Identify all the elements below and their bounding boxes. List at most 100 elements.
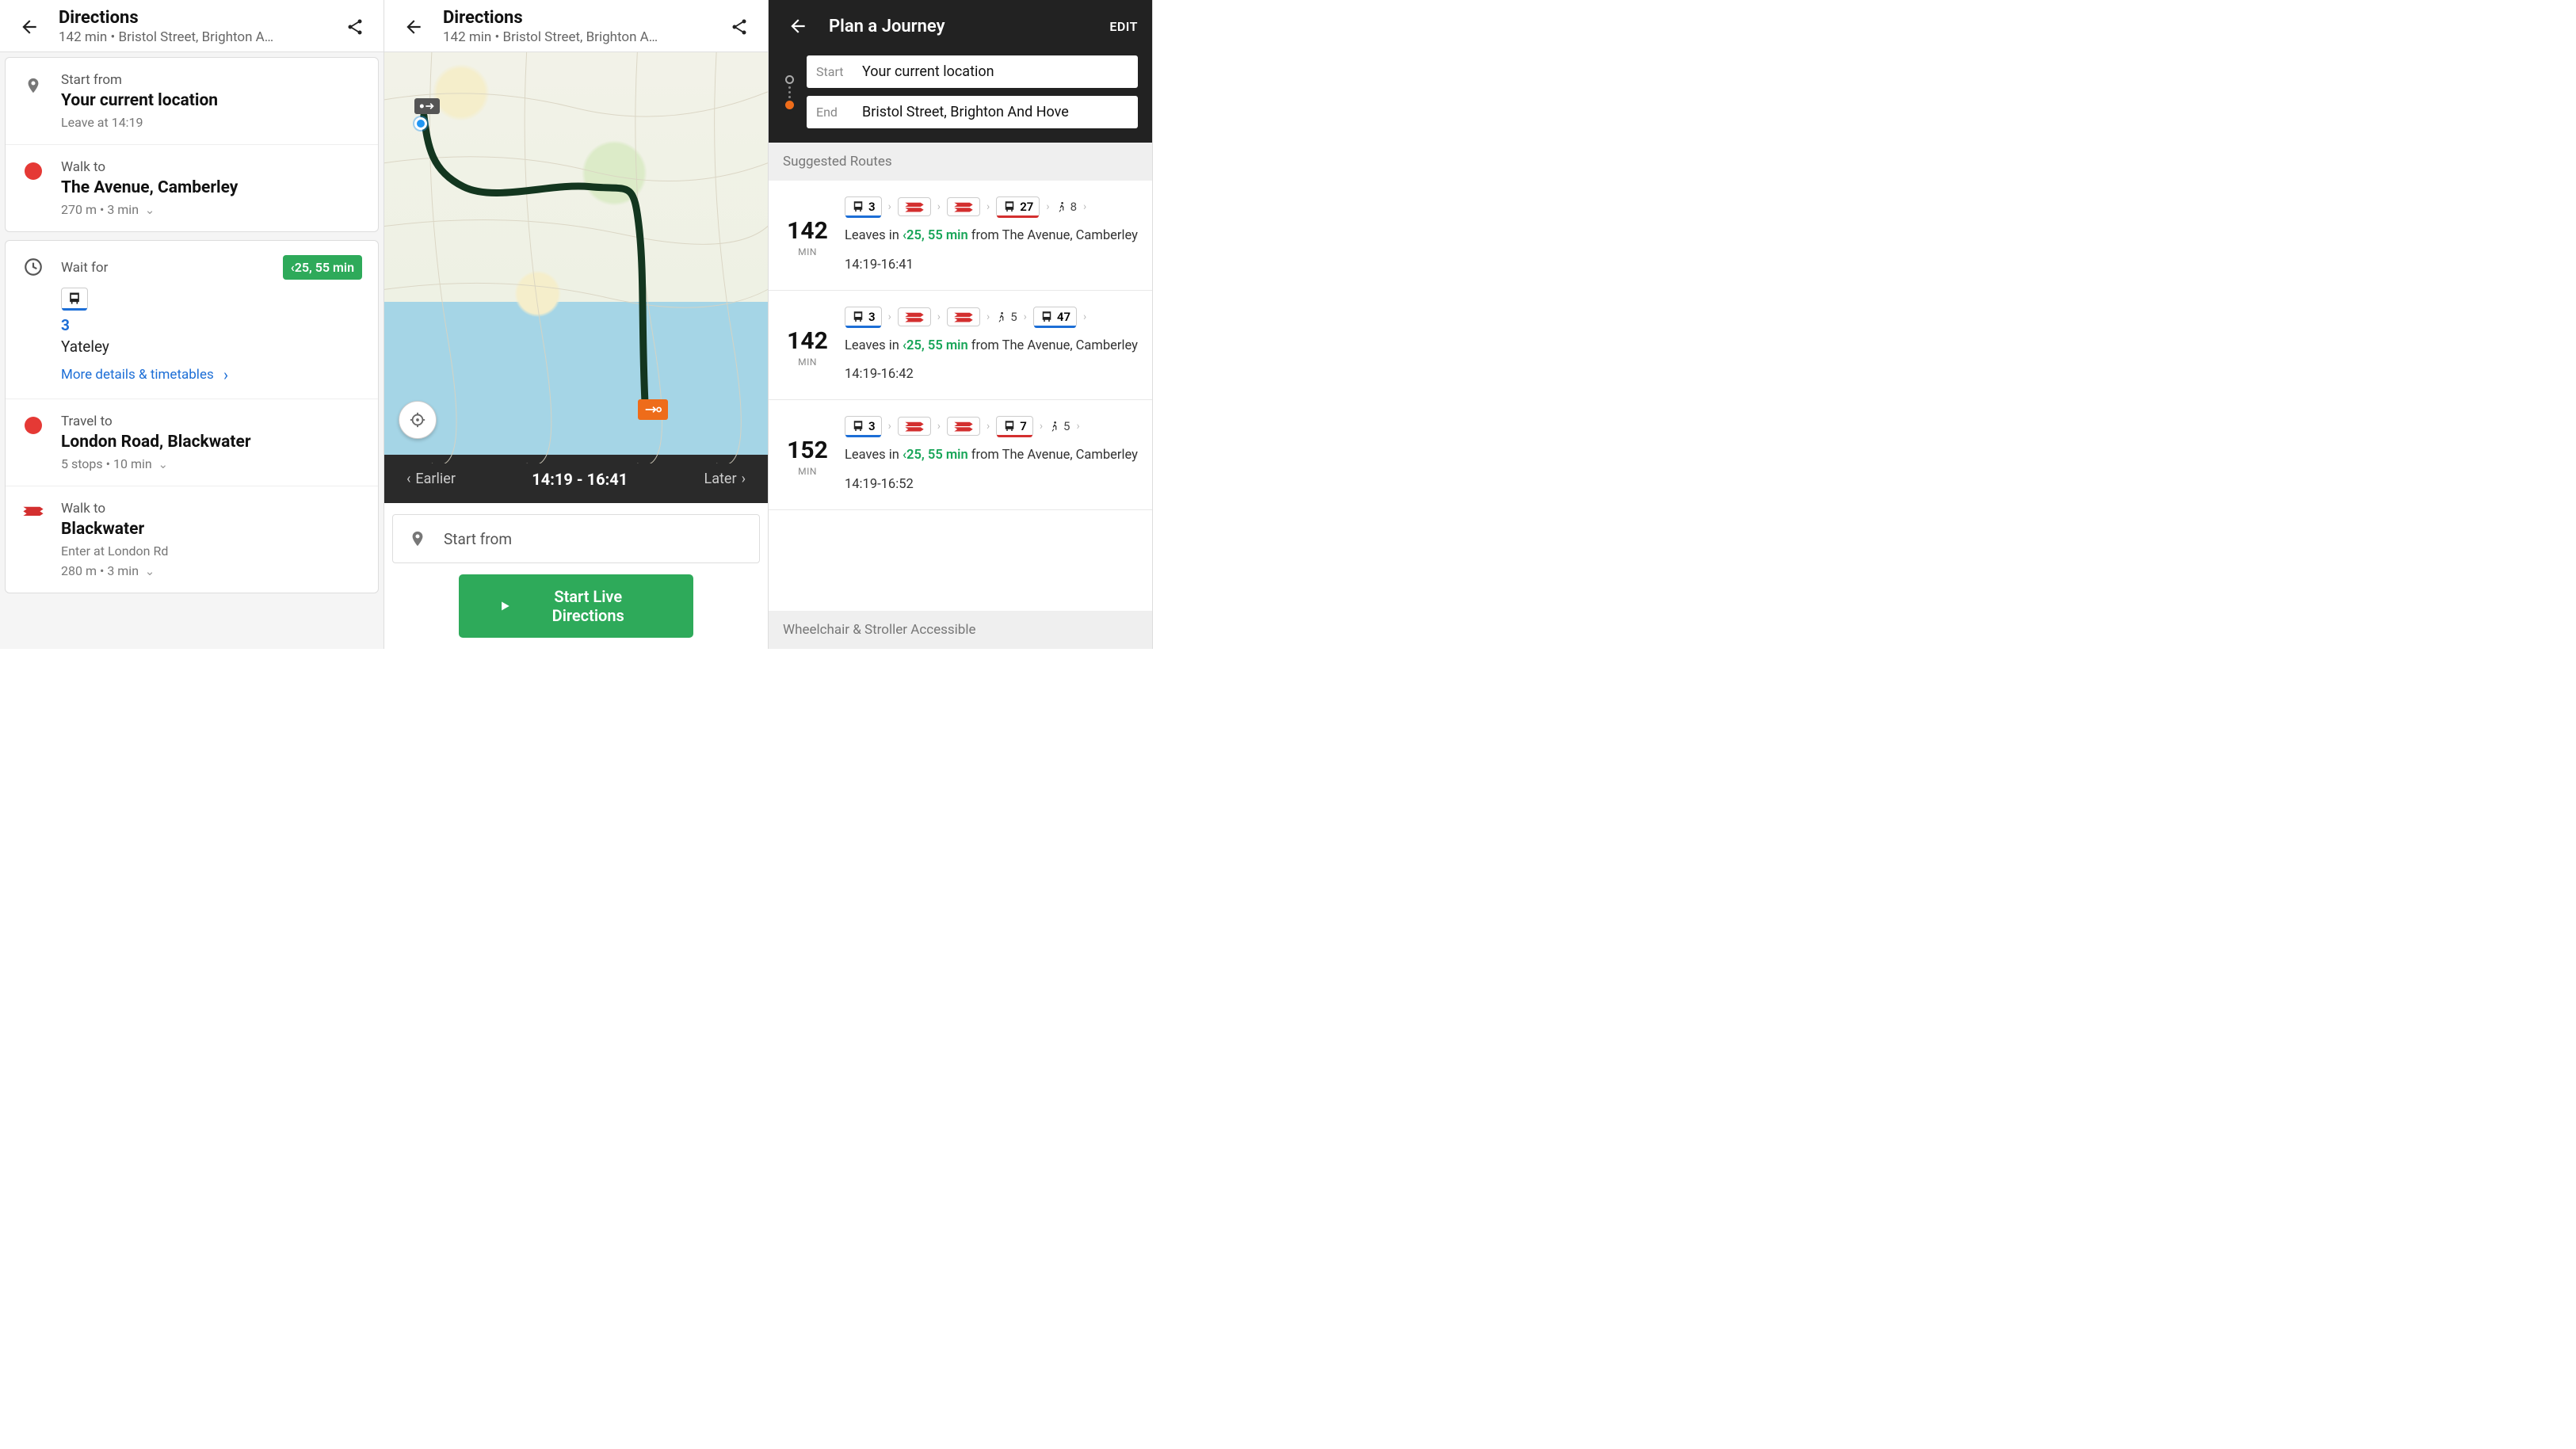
route-leaves: Leaves in ‹25, 55 min from The Avenue, C… xyxy=(845,337,1141,357)
step-main: London Road, Blackwater xyxy=(61,433,362,452)
share-icon xyxy=(345,17,364,36)
page-title: Directions xyxy=(59,8,326,28)
route-duration: 152MIN xyxy=(780,416,835,495)
bus-chip: 3 xyxy=(845,416,882,437)
step-main: Blackwater xyxy=(61,520,362,539)
walk-segment: 5 xyxy=(996,309,1017,325)
map-view[interactable] xyxy=(384,52,768,455)
page-title: Plan a Journey xyxy=(829,17,1093,36)
route-time-range: 14:19-16:52 xyxy=(845,475,1141,495)
step-sub: 270 m • 3 min ⌄ xyxy=(61,202,362,217)
route-dots-icon xyxy=(783,75,796,109)
step-travel[interactable]: Travel to London Road, Blackwater 5 stop… xyxy=(6,399,378,486)
route-list[interactable]: 142MIN 3 › › › 27 › 8 › Leaves in ‹25, 55 min f… xyxy=(769,181,1152,611)
page-title: Directions xyxy=(443,8,711,28)
start-value: Your current location xyxy=(862,63,994,80)
route-time-range: 14:19-16:41 xyxy=(845,256,1141,276)
edit-button[interactable]: EDIT xyxy=(1109,19,1138,34)
route-leaves: Leaves in ‹25, 55 min from The Avenue, C… xyxy=(845,446,1141,466)
rail-chip xyxy=(898,417,931,436)
play-icon xyxy=(498,598,511,614)
step-sub: Enter at London Rd xyxy=(61,543,362,559)
mode-row: 3›››27›8› xyxy=(845,196,1141,217)
share-button[interactable] xyxy=(341,13,369,41)
route-leaves: Leaves in ‹25, 55 min from The Avenue, C… xyxy=(845,227,1141,246)
chevron-right-icon: › xyxy=(888,420,891,433)
wait-time-badge: ‹25, 55 min xyxy=(283,255,362,280)
chevron-right-icon: › xyxy=(987,200,990,213)
page-subtitle: 142 min • Bristol Street, Brighton A… xyxy=(59,29,296,45)
more-details-link[interactable]: More details & timetables xyxy=(61,365,228,384)
location-inputs: Start Your current location End Bristol … xyxy=(769,52,1152,143)
step-label: Walk to xyxy=(61,501,362,517)
arrow-back-icon xyxy=(788,16,808,36)
chevron-right-icon: › xyxy=(987,311,990,323)
crosshair-icon xyxy=(409,411,426,429)
back-button[interactable] xyxy=(783,11,813,41)
chevron-right-icon: › xyxy=(1076,420,1079,433)
route-card[interactable]: 142MIN 3›››5›47› Leaves in ‹25, 55 min f… xyxy=(769,291,1152,401)
journey-header: Plan a Journey EDIT xyxy=(769,0,1152,52)
directions-header: Directions 142 min • Bristol Street, Bri… xyxy=(0,0,384,52)
end-field[interactable]: End Bristol Street, Brighton And Hove xyxy=(807,96,1138,128)
time-range: 14:19 - 16:41 xyxy=(532,470,628,489)
accessible-header: Wheelchair & Stroller Accessible xyxy=(769,611,1152,649)
route-duration: 142MIN xyxy=(780,196,835,276)
step-list[interactable]: Start from Your current location Leave a… xyxy=(0,52,384,649)
step-label: Travel to xyxy=(61,414,362,429)
chevron-right-icon: › xyxy=(987,420,990,433)
share-icon xyxy=(730,17,749,36)
chevron-right-icon: › xyxy=(937,200,941,213)
start-from-row[interactable]: Start from xyxy=(392,514,760,563)
step-sub: 5 stops • 10 min ⌄ xyxy=(61,456,362,471)
arrow-back-icon xyxy=(19,17,40,37)
rail-chip xyxy=(947,307,980,326)
step-start: Start from Your current location Leave a… xyxy=(6,58,378,145)
later-button[interactable]: Later › xyxy=(700,466,750,492)
mode-row: 3›››7›5› xyxy=(845,416,1141,437)
start-marker xyxy=(414,98,440,130)
arrow-back-icon xyxy=(403,17,424,37)
step-main: Your current location xyxy=(61,91,362,110)
step-sub: Leave at 14:19 xyxy=(61,115,362,130)
bus-chip: 3 xyxy=(845,196,882,217)
walk-segment: 8 xyxy=(1056,199,1077,215)
start-live-directions-button[interactable]: Start Live Directions xyxy=(459,574,694,638)
bus-chip: 27 xyxy=(996,196,1040,217)
route-card[interactable]: 142MIN 3›››27›8› Leaves in ‹25, 55 min f… xyxy=(769,181,1152,291)
locate-me-button[interactable] xyxy=(399,401,437,439)
back-button[interactable] xyxy=(14,12,44,42)
rail-chip xyxy=(947,197,980,216)
step-label: Walk to xyxy=(61,159,362,175)
end-marker-icon xyxy=(644,404,662,415)
back-button[interactable] xyxy=(399,12,429,42)
pin-icon xyxy=(409,528,426,550)
pin-icon xyxy=(25,74,42,97)
bus-chip: 3 xyxy=(845,307,882,327)
chevron-right-icon: › xyxy=(1046,200,1049,213)
chevron-down-icon: ⌄ xyxy=(142,203,155,217)
step-walk-2[interactable]: Walk to Blackwater Enter at London Rd 28… xyxy=(6,486,378,593)
stop-dot-icon xyxy=(25,162,42,180)
end-marker xyxy=(638,399,668,420)
bus-icon xyxy=(67,291,82,307)
earlier-button[interactable]: ‹ Earlier xyxy=(402,466,460,492)
step-sub: 280 m • 3 min ⌄ xyxy=(61,563,362,578)
mode-row: 3›››5›47› xyxy=(845,307,1141,327)
start-from-label: Start from xyxy=(444,530,512,548)
route-card[interactable]: 152MIN 3›››7›5› Leaves in ‹25, 55 min fr… xyxy=(769,400,1152,510)
suggested-routes-header: Suggested Routes xyxy=(769,143,1152,181)
chevron-right-icon: › xyxy=(1083,311,1086,323)
step-wait: Wait for ‹25, 55 min 3 Yateley More deta… xyxy=(6,241,378,399)
chevron-right-icon: › xyxy=(888,311,891,323)
chevron-down-icon: ⌄ xyxy=(142,564,155,578)
share-button[interactable] xyxy=(725,13,754,41)
route-dest: Yateley xyxy=(61,337,362,356)
step-walk[interactable]: Walk to The Avenue, Camberley 270 m • 3 … xyxy=(6,145,378,231)
start-field[interactable]: Start Your current location xyxy=(807,55,1138,88)
chevron-right-icon: › xyxy=(1024,311,1027,323)
rail-chip xyxy=(898,307,931,326)
route-number: 3 xyxy=(61,316,362,334)
route-line xyxy=(384,52,768,463)
route-duration: 142MIN xyxy=(780,307,835,386)
